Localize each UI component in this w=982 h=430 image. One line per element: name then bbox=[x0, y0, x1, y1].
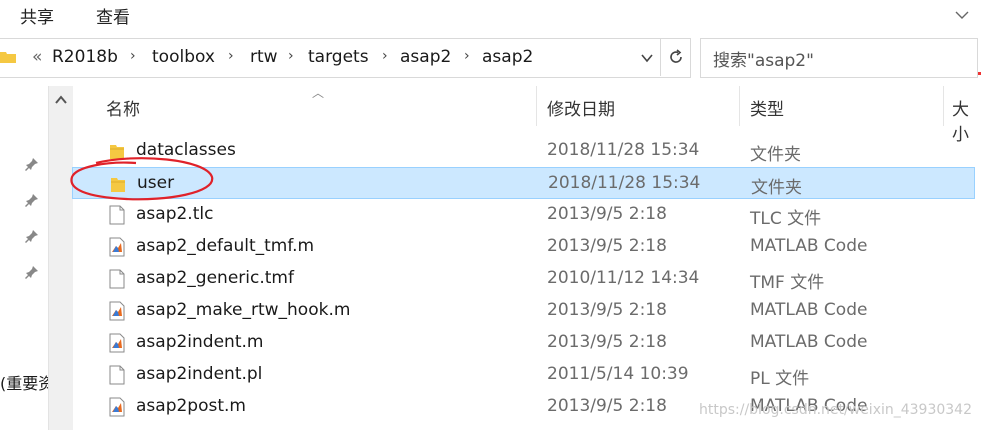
address-bar[interactable]: « R2018b › toolbox › rtw › targets › asa… bbox=[0, 38, 691, 78]
folder-icon bbox=[0, 52, 16, 63]
column-type[interactable]: 类型 bbox=[750, 95, 784, 120]
column-divider[interactable] bbox=[739, 86, 740, 126]
file-row[interactable]: asap2.tlc 2013/9/5 2:18 TLC 文件 bbox=[72, 199, 975, 231]
sort-ascending-icon: ︿ bbox=[312, 86, 325, 100]
breadcrumb-item[interactable]: asap2 bbox=[400, 47, 451, 67]
file-date: 2011/5/14 10:39 bbox=[547, 364, 689, 384]
breadcrumb-separator-icon[interactable]: › bbox=[228, 48, 234, 64]
file-name: asap2_default_tmf.m bbox=[136, 236, 315, 256]
file-type: TLC 文件 bbox=[750, 209, 822, 229]
file-date: 2010/11/12 14:34 bbox=[547, 268, 700, 288]
breadcrumb-separator-icon[interactable]: › bbox=[288, 48, 294, 64]
breadcrumb-item[interactable]: toolbox bbox=[152, 47, 215, 67]
column-name[interactable]: 名称 bbox=[106, 95, 140, 120]
file-date: 2013/9/5 2:18 bbox=[547, 236, 667, 256]
refresh-icon bbox=[670, 49, 682, 63]
file-name: user bbox=[137, 173, 175, 193]
pin-icon[interactable] bbox=[24, 156, 40, 172]
file-date: 2013/9/5 2:18 bbox=[547, 204, 667, 224]
file-name: asap2.tlc bbox=[136, 204, 214, 224]
nav-scrollbar[interactable] bbox=[48, 86, 73, 430]
red-mark bbox=[978, 72, 981, 75]
refresh-button[interactable] bbox=[660, 38, 691, 76]
file-type: 文件夹 bbox=[750, 145, 801, 165]
file-type: MATLAB Code bbox=[750, 300, 868, 320]
breadcrumb-separator-icon[interactable]: › bbox=[382, 48, 388, 64]
file-type: 文件夹 bbox=[751, 178, 802, 198]
file-date: 2013/9/5 2:18 bbox=[547, 332, 667, 352]
file-name: asap2indent.m bbox=[136, 332, 264, 352]
file-row[interactable]: asap2indent.m 2013/9/5 2:18 MATLAB Code bbox=[72, 327, 975, 359]
breadcrumb-item[interactable]: rtw bbox=[250, 47, 278, 67]
breadcrumb-overflow[interactable]: « bbox=[32, 47, 42, 67]
file-name: asap2_generic.tmf bbox=[136, 268, 294, 288]
column-divider[interactable] bbox=[536, 86, 537, 126]
chevron-down-icon[interactable] bbox=[952, 4, 972, 24]
file-date: 2018/11/28 15:34 bbox=[548, 173, 701, 193]
tab-view[interactable]: 查看 bbox=[96, 3, 130, 28]
file-row[interactable]: asap2indent.pl 2011/5/14 10:39 PL 文件 bbox=[72, 359, 975, 391]
pin-icon[interactable] bbox=[24, 228, 40, 244]
file-type: MATLAB Code bbox=[750, 332, 868, 352]
search-input[interactable]: 搜索"asap2" bbox=[700, 38, 978, 78]
file-name: asap2_make_rtw_hook.m bbox=[136, 300, 351, 320]
file-row[interactable]: user 2018/11/28 15:34 文件夹 bbox=[72, 167, 975, 199]
file-type: PL 文件 bbox=[750, 369, 810, 389]
file-date: 2018/11/28 15:34 bbox=[547, 140, 700, 160]
breadcrumb-item[interactable]: R2018b bbox=[52, 47, 118, 67]
file-row[interactable]: asap2_default_tmf.m 2013/9/5 2:18 MATLAB C… bbox=[72, 231, 975, 263]
file-row[interactable]: asap2_make_rtw_hook.m 2013/9/5 2:18 MATLAB… bbox=[72, 295, 975, 327]
breadcrumb-separator-icon[interactable]: › bbox=[464, 48, 470, 64]
breadcrumb-separator-icon[interactable]: › bbox=[130, 48, 136, 64]
file-type: TMF 文件 bbox=[750, 273, 825, 293]
ribbon: 共享 查看 bbox=[0, 0, 982, 32]
pin-icon[interactable] bbox=[24, 192, 40, 208]
scroll-up-icon[interactable] bbox=[54, 94, 68, 106]
file-row[interactable]: dataclasses 2018/11/28 15:34 文件夹 bbox=[72, 135, 975, 167]
file-date: 2013/9/5 2:18 bbox=[547, 300, 667, 320]
file-name: asap2post.m bbox=[136, 396, 246, 416]
tab-share[interactable]: 共享 bbox=[20, 3, 54, 28]
file-date: 2013/9/5 2:18 bbox=[547, 396, 667, 416]
search-placeholder: 搜索"asap2" bbox=[713, 51, 814, 71]
pin-icon[interactable] bbox=[24, 264, 40, 280]
file-type: MATLAB Code bbox=[750, 236, 868, 256]
column-header: ︿ 名称 修改日期 类型 大小 bbox=[72, 86, 982, 145]
column-divider[interactable] bbox=[943, 86, 944, 126]
chevron-down-icon[interactable] bbox=[640, 51, 654, 65]
file-name: dataclasses bbox=[136, 140, 236, 160]
file-name: asap2indent.pl bbox=[136, 364, 263, 384]
nav-item-partial[interactable]: (重要资 bbox=[0, 370, 54, 394]
breadcrumb-item[interactable]: asap2 bbox=[482, 47, 533, 67]
file-row[interactable]: asap2_generic.tmf 2010/11/12 14:34 TMF 文件 bbox=[72, 263, 975, 295]
watermark: https://blog.csdn.net/weixin_43930342 bbox=[698, 402, 972, 418]
breadcrumb-item[interactable]: targets bbox=[308, 47, 369, 67]
column-date[interactable]: 修改日期 bbox=[547, 95, 615, 120]
